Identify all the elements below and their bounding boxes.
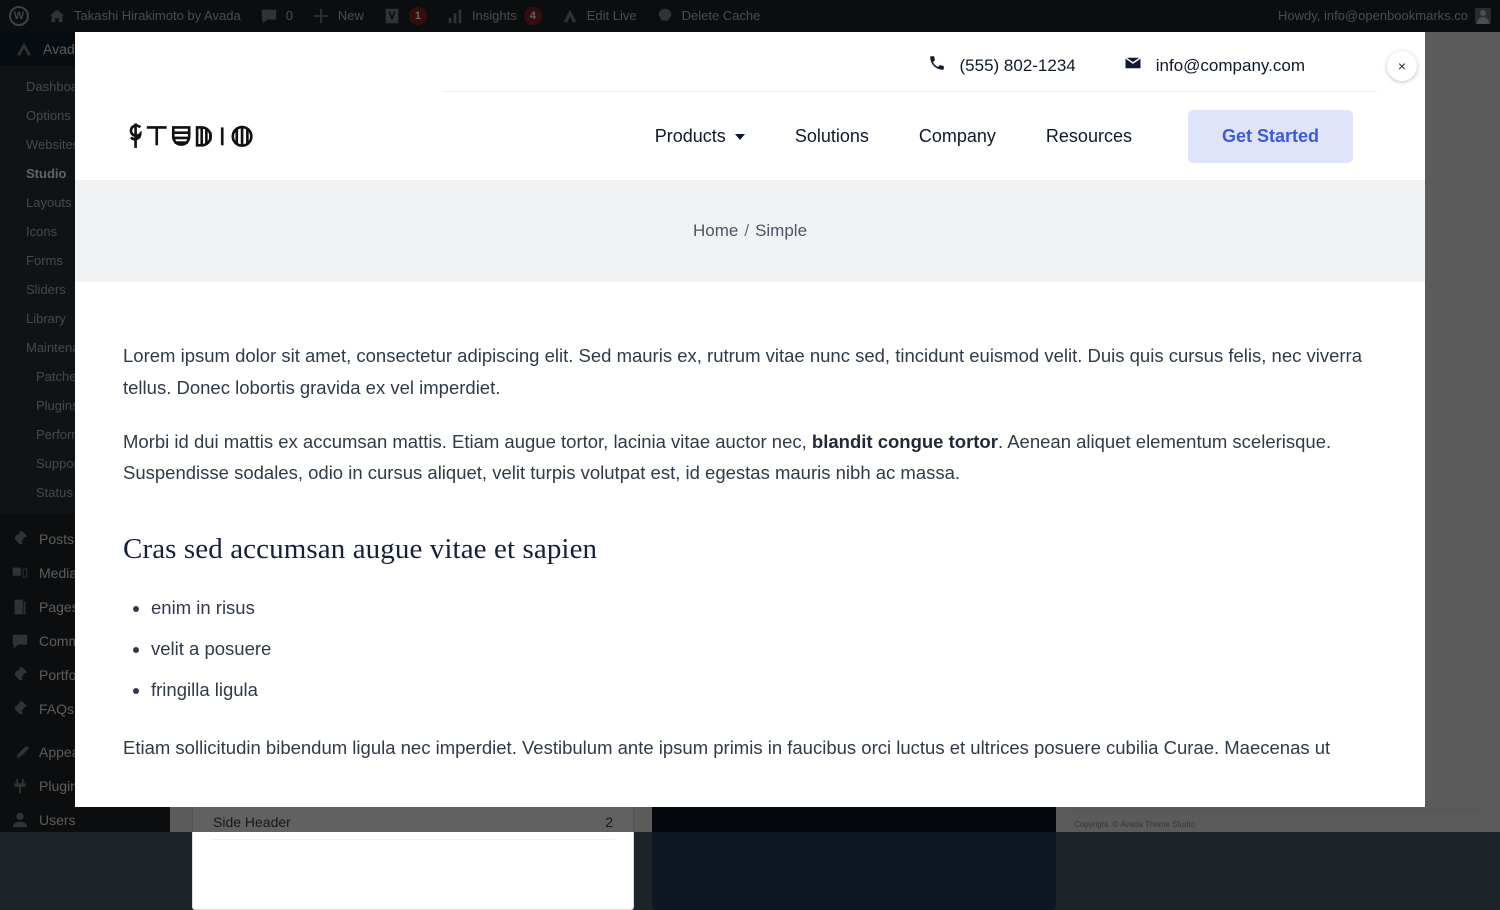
site-contact-topbar: (555) 802-1234 info@company.com xyxy=(443,32,1377,92)
paragraph-2-bold: blandit congue tortor xyxy=(812,431,998,452)
nav-item-solutions[interactable]: Solutions xyxy=(795,126,869,147)
breadcrumb-home-link[interactable]: Home xyxy=(693,221,738,240)
nav-item-label: Products xyxy=(655,126,726,147)
phone-contact[interactable]: (555) 802-1234 xyxy=(928,54,1076,77)
breadcrumb-band: Home / Simple xyxy=(75,180,1425,282)
breadcrumb-separator: / xyxy=(744,221,749,240)
get-started-button[interactable]: Get Started xyxy=(1188,110,1353,163)
phone-number-label: (555) 802-1234 xyxy=(960,56,1076,76)
list-item: fringilla ligula xyxy=(151,674,1377,706)
studio-wordmark-logo[interactable] xyxy=(123,119,295,153)
breadcrumb: Home / Simple xyxy=(693,221,807,241)
nav-item-products[interactable]: Products xyxy=(655,126,745,147)
paragraph-3: Etiam sollicitudin bibendum ligula nec i… xyxy=(123,732,1377,764)
nav-item-company[interactable]: Company xyxy=(919,126,996,147)
paragraph-1: Lorem ipsum dolor sit amet, consectetur … xyxy=(123,340,1377,404)
phone-icon xyxy=(928,54,946,77)
nav-item-label: Company xyxy=(919,126,996,147)
list-item: velit a posuere xyxy=(151,633,1377,665)
email-contact[interactable]: info@company.com xyxy=(1124,54,1305,77)
nav-item-resources[interactable]: Resources xyxy=(1046,126,1132,147)
close-icon[interactable]: × xyxy=(1387,51,1417,81)
breadcrumb-current: Simple xyxy=(755,221,807,240)
paragraph-2-before: Morbi id dui mattis ex accumsan mattis. … xyxy=(123,431,812,452)
site-main-navigation: Products Solutions Company Resources Get… xyxy=(295,110,1353,163)
page-article-content: Lorem ipsum dolor sit amet, consectetur … xyxy=(75,282,1425,764)
list-item: enim in risus xyxy=(151,592,1377,624)
section-heading: Cras sed accumsan augue vitae et sapien xyxy=(123,533,1377,566)
chevron-down-icon xyxy=(735,134,745,140)
studio-preview-modal: × (555) 802-1234 info@company.com xyxy=(75,32,1425,807)
paragraph-2: Morbi id dui mattis ex accumsan mattis. … xyxy=(123,426,1377,490)
envelope-icon xyxy=(1124,54,1142,77)
nav-item-label: Solutions xyxy=(795,126,869,147)
bullet-list: enim in risus velit a posuere fringilla … xyxy=(151,592,1377,705)
nav-item-label: Resources xyxy=(1046,126,1132,147)
site-header: Products Solutions Company Resources Get… xyxy=(75,92,1425,180)
email-address-label: info@company.com xyxy=(1156,56,1305,76)
